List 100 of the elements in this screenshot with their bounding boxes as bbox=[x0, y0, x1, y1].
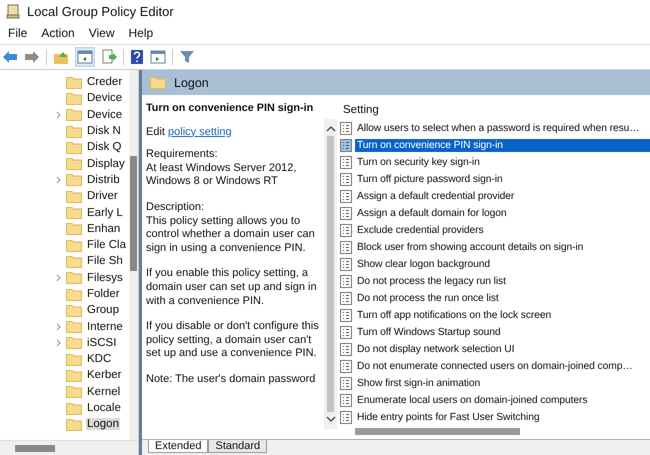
scroll-down-icon[interactable] bbox=[326, 416, 336, 423]
folder-icon bbox=[66, 271, 82, 284]
tree-item[interactable]: Kerber bbox=[86, 369, 123, 382]
menu-item[interactable]: View bbox=[82, 24, 120, 42]
description-paragraph: Requirements: At least Windows Server 2012, Windows 8 or Windows RT bbox=[146, 148, 298, 189]
policy-row[interactable]: Turn on convenience PIN sign-in bbox=[355, 139, 650, 152]
properties-pane-icon[interactable] bbox=[150, 50, 166, 64]
expand-chevron-icon[interactable] bbox=[56, 274, 61, 282]
tree-item[interactable]: Folder bbox=[86, 288, 121, 300]
scrollbar[interactable] bbox=[129, 70, 138, 440]
policy-row[interactable]: Assign a default domain for logon bbox=[355, 207, 650, 220]
folder-icon bbox=[66, 320, 82, 334]
folder-icon bbox=[66, 304, 82, 317]
tree-item[interactable]: Early L bbox=[86, 206, 124, 219]
export-list-icon[interactable] bbox=[101, 49, 117, 65]
policy-icon bbox=[340, 411, 352, 424]
policy-row[interactable]: Turn off app notifications on the lock screen bbox=[355, 309, 650, 322]
forward-arrow-icon[interactable] bbox=[24, 50, 40, 64]
scroll-up-icon[interactable] bbox=[326, 125, 336, 132]
tree-item[interactable]: Disk N bbox=[86, 125, 122, 138]
policy-row[interactable]: Assign a default credential provider bbox=[355, 190, 650, 203]
folder-icon bbox=[66, 124, 82, 138]
policy-row[interactable]: Show first sign-in animation bbox=[355, 377, 650, 390]
menu-item[interactable]: Action bbox=[35, 24, 81, 42]
view-tab[interactable]: Extended bbox=[148, 440, 208, 453]
policy-row[interactable]: Do not process the run once list bbox=[355, 292, 650, 305]
tree-item[interactable]: File Cla bbox=[86, 239, 127, 252]
policy-icon bbox=[340, 360, 352, 373]
policy-setting-link[interactable]: policy setting bbox=[168, 126, 232, 138]
policy-row[interactable]: Block user from showing account details on sign-in bbox=[355, 241, 650, 254]
expand-chevron-icon[interactable] bbox=[56, 176, 61, 184]
tree-item[interactable]: Kernel bbox=[86, 386, 122, 398]
tree-item[interactable]: Creder bbox=[86, 76, 124, 88]
expand-chevron-icon[interactable] bbox=[56, 338, 61, 347]
folder-icon bbox=[66, 108, 82, 122]
tree-item[interactable]: Group bbox=[86, 304, 120, 316]
policy-icon bbox=[340, 241, 352, 254]
folder-icon bbox=[66, 76, 82, 89]
folder-icon bbox=[66, 402, 82, 415]
tree-item[interactable]: File Sh bbox=[86, 255, 124, 268]
tree-item[interactable]: Logon bbox=[86, 418, 120, 430]
expand-chevron-icon[interactable] bbox=[56, 322, 61, 331]
tree-item[interactable]: Display bbox=[86, 158, 126, 170]
policy-icon bbox=[340, 139, 352, 152]
tree-item[interactable]: Device bbox=[86, 108, 124, 121]
folder-icon bbox=[66, 140, 82, 154]
back-arrow-icon[interactable] bbox=[2, 50, 18, 64]
folder-icon bbox=[66, 352, 82, 366]
tree-item[interactable]: Device bbox=[86, 92, 124, 104]
folder-icon bbox=[66, 157, 82, 170]
policy-row[interactable]: Turn off picture password sign-in bbox=[355, 173, 650, 186]
policy-icon bbox=[340, 122, 352, 135]
tree-item[interactable]: Disk Q bbox=[86, 141, 122, 154]
view-tab[interactable]: Standard bbox=[208, 440, 268, 453]
tree-item[interactable]: iSCSI bbox=[86, 336, 118, 349]
policy-row[interactable]: Do not display network selection UI bbox=[355, 343, 650, 356]
column-header[interactable]: Setting bbox=[337, 95, 650, 120]
policy-icon bbox=[340, 190, 352, 203]
policy-icon bbox=[340, 343, 352, 356]
folder-icon bbox=[66, 222, 82, 236]
policy-icon bbox=[340, 224, 352, 237]
tree-item[interactable]: Driver bbox=[86, 190, 119, 202]
tree-item[interactable]: KDC bbox=[86, 353, 112, 366]
expand-chevron-icon[interactable] bbox=[56, 110, 61, 119]
policy-row[interactable]: Allow users to select when a password is required when resu… bbox=[355, 122, 650, 135]
policy-icon bbox=[340, 156, 352, 169]
tree-item[interactable]: Distrib bbox=[86, 174, 121, 186]
policy-row[interactable]: Turn on security key sign-in bbox=[355, 156, 650, 169]
policy-row[interactable]: Do not process the legacy run list bbox=[355, 275, 650, 288]
folder-icon bbox=[66, 254, 82, 268]
menu-item[interactable]: File bbox=[2, 24, 34, 42]
policy-row[interactable]: Show clear logon background bbox=[355, 258, 650, 271]
scroll-icon bbox=[5, 3, 21, 19]
folder-icon bbox=[66, 288, 82, 300]
console-tree-button[interactable] bbox=[75, 47, 95, 67]
folder-icon bbox=[66, 173, 82, 186]
policy-row[interactable]: Do not enumerate connected users on domain-joined comp… bbox=[355, 360, 650, 373]
policy-row[interactable]: Turn off Windows Startup sound bbox=[355, 326, 650, 339]
tree-item[interactable]: Locale bbox=[86, 402, 122, 414]
policy-icon bbox=[340, 292, 352, 305]
policy-row[interactable]: Exclude credential providers bbox=[355, 224, 650, 237]
policy-icon bbox=[340, 207, 352, 220]
policy-icon bbox=[340, 394, 352, 407]
tree-item[interactable]: Interne bbox=[86, 320, 124, 333]
folder-icon bbox=[66, 385, 82, 398]
folder-icon bbox=[66, 190, 82, 203]
menu-item[interactable]: Help bbox=[122, 24, 160, 42]
tree-item[interactable]: Filesys bbox=[86, 272, 124, 284]
edit-label: Edit bbox=[146, 126, 165, 138]
folder-icon bbox=[66, 336, 82, 350]
policy-icon bbox=[340, 275, 352, 288]
policy-row[interactable]: Hide entry points for Fast User Switching bbox=[355, 411, 650, 424]
filter-icon[interactable] bbox=[179, 49, 195, 65]
horizontal-scrollbar[interactable] bbox=[0, 440, 138, 455]
description-paragraph: Note: The user's domain password bbox=[146, 372, 316, 386]
scrollbar[interactable] bbox=[324, 119, 337, 429]
help-icon[interactable] bbox=[130, 49, 144, 65]
tree-item[interactable]: Enhan bbox=[86, 222, 122, 235]
policy-row[interactable]: Enumerate local users on domain-joined computers bbox=[355, 394, 650, 407]
policy-title: Turn on convenience PIN sign-in bbox=[146, 102, 314, 116]
